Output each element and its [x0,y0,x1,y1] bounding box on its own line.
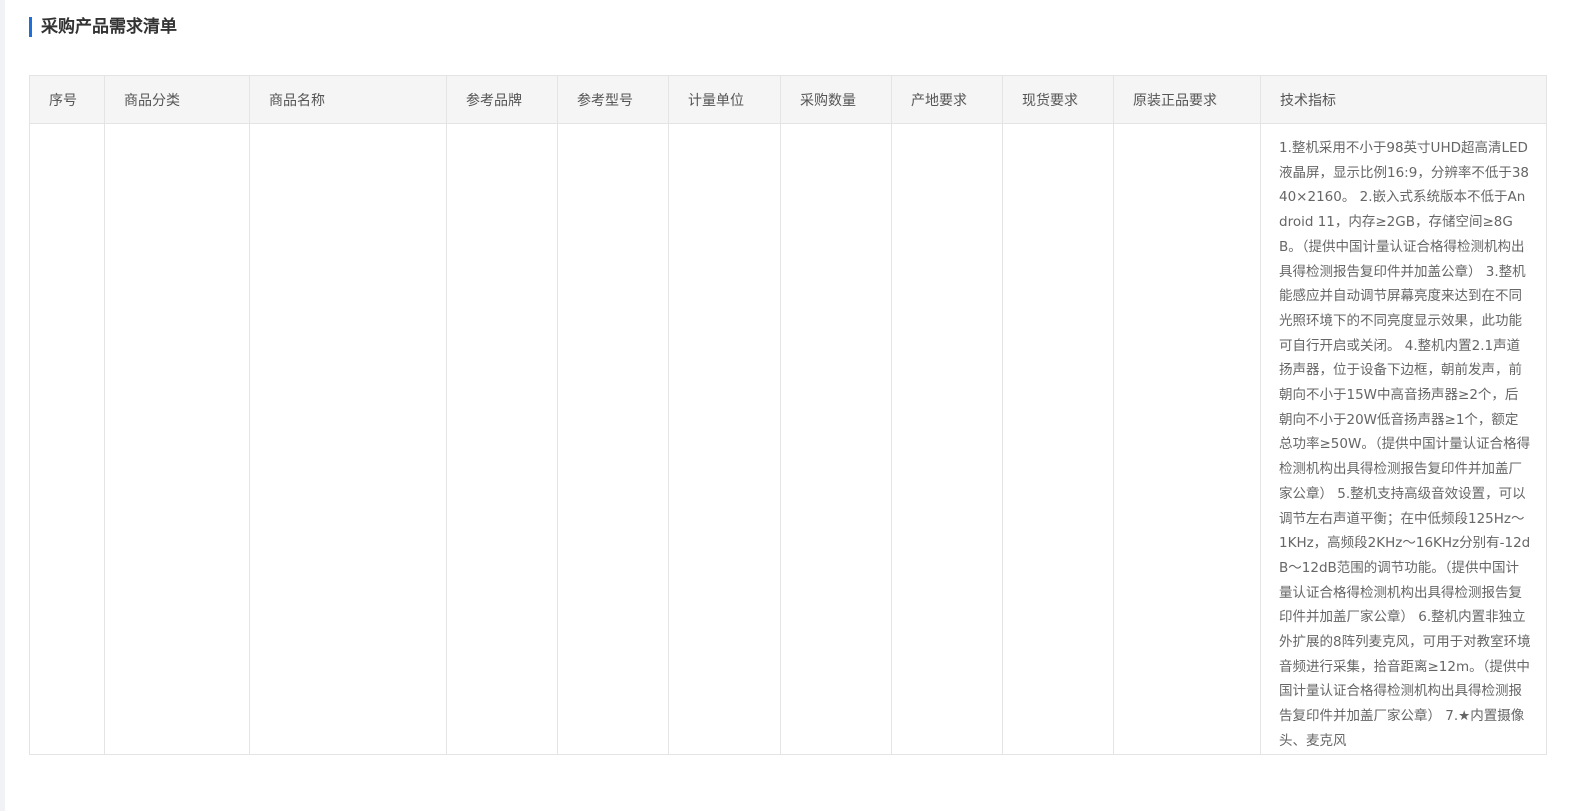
table-header-row: 序号 商品分类 商品名称 参考品牌 参考型号 计量单位 采购数量 产地要求 现货… [29,75,1547,124]
header-index: 序号 [29,75,105,124]
cell-index [29,123,105,755]
header-category: 商品分类 [104,75,250,124]
cell-brand [446,123,558,755]
header-stock: 现货要求 [1002,75,1114,124]
header-spec: 技术指标 [1260,75,1547,124]
cell-genuine [1113,123,1261,755]
requirements-table-container[interactable]: 序号 商品分类 商品名称 参考品牌 参考型号 计量单位 采购数量 产地要求 现货… [29,75,1547,811]
header-unit: 计量单位 [668,75,781,124]
cell-unit [668,123,781,755]
header-origin: 产地要求 [891,75,1003,124]
section-title: 采购产品需求清单 [41,17,177,37]
title-accent-bar [29,17,32,37]
section-header: 采购产品需求清单 [29,16,177,38]
header-brand: 参考品牌 [446,75,558,124]
procurement-panel: 采购产品需求清单 序号 商品分类 商品名称 参考品牌 参考型号 计量单位 采购数… [5,0,1586,811]
cell-origin [891,123,1003,755]
spec-text: 1.整机采用不小于98英寸UHD超高清LED液晶屏，显示比例16:9，分辨率不低… [1279,140,1531,749]
table-row: 1.整机采用不小于98英寸UHD超高清LED液晶屏，显示比例16:9，分辨率不低… [29,123,1547,755]
cell-quantity [780,123,892,755]
header-genuine: 原装正品要求 [1113,75,1261,124]
requirements-table: 序号 商品分类 商品名称 参考品牌 参考型号 计量单位 采购数量 产地要求 现货… [29,75,1547,755]
header-quantity: 采购数量 [780,75,892,124]
cell-stock [1002,123,1114,755]
cell-category [104,123,250,755]
cell-product-name [249,123,447,755]
cell-model [557,123,669,755]
header-model: 参考型号 [557,75,669,124]
cell-spec: 1.整机采用不小于98英寸UHD超高清LED液晶屏，显示比例16:9，分辨率不低… [1260,123,1547,755]
header-product-name: 商品名称 [249,75,447,124]
